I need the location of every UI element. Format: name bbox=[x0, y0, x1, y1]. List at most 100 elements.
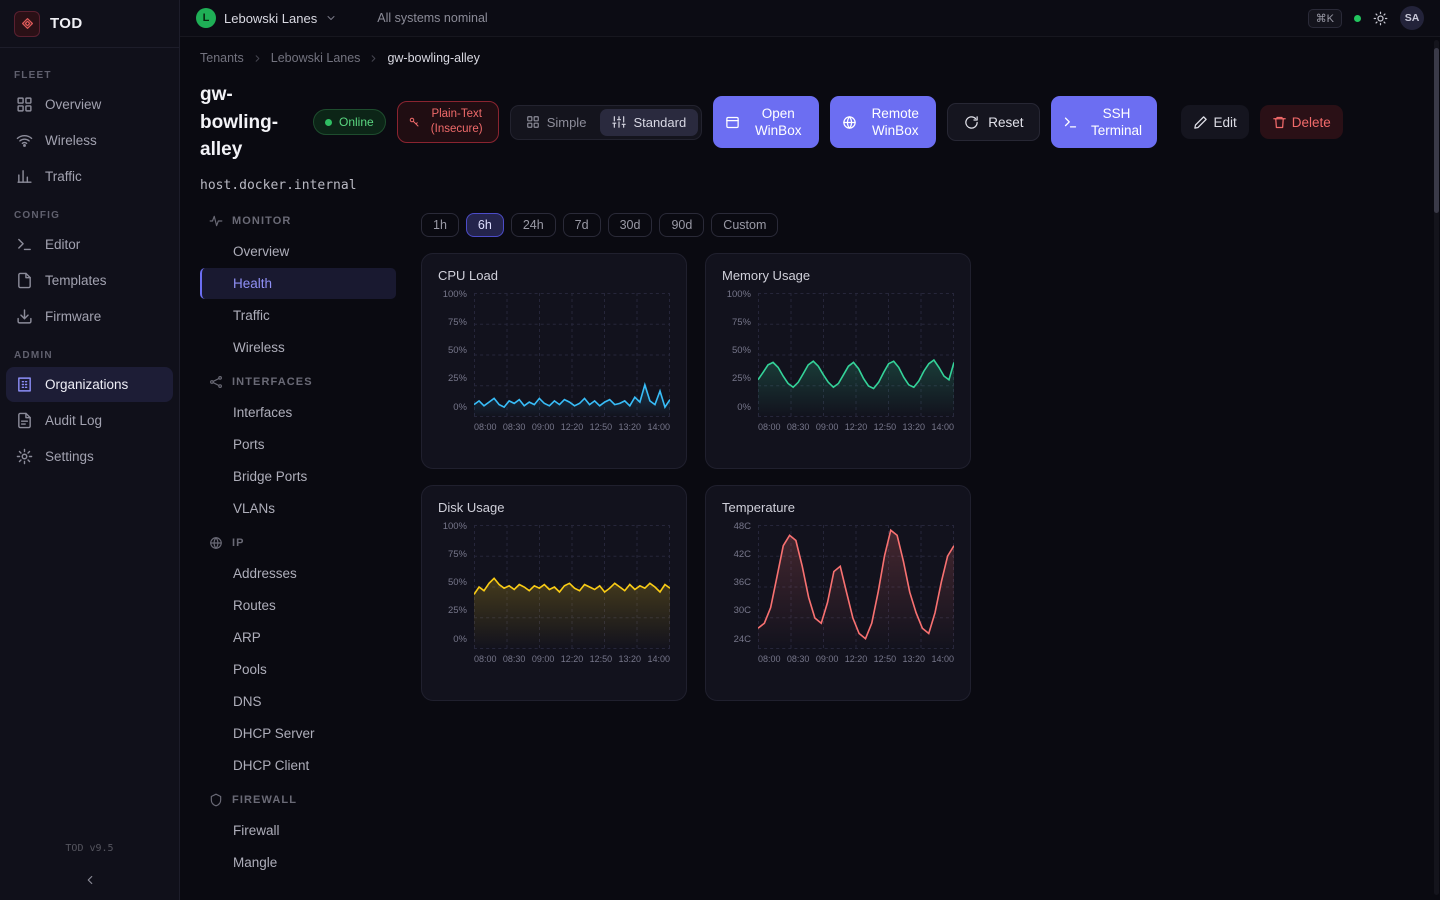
topbar: L Lebowski Lanes All systems nominal ⌘K … bbox=[180, 0, 1440, 37]
page-scrollbar[interactable] bbox=[1434, 40, 1439, 895]
time-range-7d[interactable]: 7d bbox=[563, 213, 601, 237]
collapse-sidebar-button[interactable] bbox=[0, 862, 179, 900]
subnav-item-routes[interactable]: Routes bbox=[200, 590, 396, 621]
chart-plot-svg bbox=[758, 293, 954, 417]
subnav-item-interfaces[interactable]: Interfaces bbox=[200, 397, 396, 428]
x-tick-label: 12:20 bbox=[845, 422, 868, 432]
y-tick-label: 50% bbox=[732, 345, 751, 356]
ssh-terminal-button[interactable]: SSH Terminal bbox=[1051, 96, 1157, 148]
subnav-item-mangle[interactable]: Mangle bbox=[200, 847, 396, 878]
globe-icon bbox=[842, 115, 857, 130]
x-tick-label: 14:00 bbox=[931, 422, 954, 432]
mode-standard-button[interactable]: Standard bbox=[600, 109, 698, 136]
reset-button[interactable]: Reset bbox=[947, 103, 1040, 141]
delete-button[interactable]: Delete bbox=[1260, 105, 1343, 139]
subnav-group-interfaces: INTERFACES bbox=[200, 364, 396, 396]
y-axis-labels: 100%75%50%25%0% bbox=[438, 521, 474, 645]
time-range-24h[interactable]: 24h bbox=[511, 213, 556, 237]
time-range-30d[interactable]: 30d bbox=[608, 213, 653, 237]
chart-title: CPU Load bbox=[438, 268, 670, 283]
remote-winbox-button[interactable]: Remote WinBox bbox=[830, 96, 936, 148]
x-tick-label: 08:30 bbox=[787, 654, 810, 664]
subnav-item-firewall[interactable]: Firewall bbox=[200, 815, 396, 846]
sidebar-item-traffic[interactable]: Traffic bbox=[6, 159, 173, 194]
sidebar-item-settings[interactable]: Settings bbox=[6, 439, 173, 474]
sidebar-item-organizations[interactable]: Organizations bbox=[6, 367, 173, 402]
status-badge: Online bbox=[313, 109, 386, 135]
device-hostname: host.docker.internal bbox=[200, 178, 1420, 193]
x-tick-label: 09:00 bbox=[816, 654, 839, 664]
sidebar-item-templates[interactable]: Templates bbox=[6, 263, 173, 298]
y-tick-label: 25% bbox=[448, 373, 467, 384]
time-range-custom[interactable]: Custom bbox=[711, 213, 778, 237]
chart-card-cpu-load: CPU Load100%75%50%25%0% 08:0008:3009:001… bbox=[421, 253, 687, 469]
breadcrumb-tenant-name[interactable]: Lebowski Lanes bbox=[271, 51, 361, 65]
subnav-item-pools[interactable]: Pools bbox=[200, 654, 396, 685]
subnav-item-dhcp-client[interactable]: DHCP Client bbox=[200, 750, 396, 781]
subnav-item-addresses[interactable]: Addresses bbox=[200, 558, 396, 589]
chart-title: Disk Usage bbox=[438, 500, 670, 515]
subnav-item-traffic[interactable]: Traffic bbox=[200, 300, 396, 331]
time-range-90d[interactable]: 90d bbox=[659, 213, 704, 237]
subnav-group-monitor: MONITOR bbox=[200, 203, 396, 235]
x-tick-label: 08:00 bbox=[758, 654, 781, 664]
grid-icon bbox=[16, 96, 33, 113]
x-tick-label: 12:50 bbox=[590, 654, 613, 664]
edit-label: Edit bbox=[1213, 115, 1236, 130]
subnav-item-dns[interactable]: DNS bbox=[200, 686, 396, 717]
app-logo-icon bbox=[14, 11, 40, 37]
command-palette-shortcut[interactable]: ⌘K bbox=[1308, 9, 1342, 28]
x-tick-label: 08:30 bbox=[503, 654, 526, 664]
sidebar-section-label-config: CONFIG bbox=[14, 210, 165, 221]
chevron-right-icon bbox=[252, 53, 263, 64]
open-winbox-label: Open WinBox bbox=[749, 105, 807, 140]
theme-toggle-sun-icon[interactable] bbox=[1373, 11, 1388, 26]
time-range-selector: 1h 6h 24h 7d 30d90d Custom bbox=[421, 213, 1420, 237]
sidebar-item-overview[interactable]: Overview bbox=[6, 87, 173, 122]
tenant-switcher[interactable]: L Lebowski Lanes bbox=[196, 8, 337, 28]
terminal-icon bbox=[1063, 115, 1078, 130]
y-tick-label: 36C bbox=[734, 577, 751, 588]
x-tick-label: 12:50 bbox=[874, 654, 897, 664]
y-tick-label: 42C bbox=[734, 549, 751, 560]
chart-plot-svg bbox=[474, 293, 670, 417]
subnav-item-overview[interactable]: Overview bbox=[200, 236, 396, 267]
file-icon bbox=[16, 272, 33, 289]
x-tick-label: 08:30 bbox=[503, 422, 526, 432]
subnav-item-bridge-ports[interactable]: Bridge Ports bbox=[200, 461, 396, 492]
subnav-item-dhcp-server[interactable]: DHCP Server bbox=[200, 718, 396, 749]
subnav-item-ports[interactable]: Ports bbox=[200, 429, 396, 460]
sidebar-section-label-admin: ADMIN bbox=[14, 350, 165, 361]
subnav-item-wireless[interactable]: Wireless bbox=[200, 332, 396, 363]
x-tick-label: 14:00 bbox=[647, 654, 670, 664]
chart-plot-area: 08:0008:3009:0012:2012:5013:2014:00 bbox=[758, 293, 954, 432]
y-tick-label: 0% bbox=[453, 634, 467, 645]
subnav-item-arp[interactable]: ARP bbox=[200, 622, 396, 653]
subnav-item-health[interactable]: Health bbox=[200, 268, 396, 299]
user-avatar[interactable]: SA bbox=[1400, 6, 1424, 30]
y-tick-label: 0% bbox=[453, 402, 467, 413]
security-badge-label: Plain-Text (Insecure) bbox=[426, 107, 488, 137]
y-axis-labels: 100%75%50%25%0% bbox=[722, 289, 758, 413]
time-range-1h[interactable]: 1h bbox=[421, 213, 459, 237]
y-tick-label: 30C bbox=[734, 605, 751, 616]
chevron-down-icon bbox=[325, 12, 337, 24]
y-tick-label: 25% bbox=[732, 373, 751, 384]
sidebar-item-wireless[interactable]: Wireless bbox=[6, 123, 173, 158]
sidebar-item-firmware[interactable]: Firmware bbox=[6, 299, 173, 334]
subnav-item-vlans[interactable]: VLANs bbox=[200, 493, 396, 524]
sidebar: TOD FLEETOverviewWirelessTrafficCONFIGEd… bbox=[0, 0, 180, 900]
x-tick-label: 12:20 bbox=[561, 654, 584, 664]
time-range-6h[interactable]: 6h bbox=[466, 213, 504, 237]
subnav-group-label-text: FIREWALL bbox=[232, 794, 297, 806]
scrollbar-thumb[interactable] bbox=[1434, 48, 1439, 213]
mode-simple-button[interactable]: Simple bbox=[514, 109, 599, 136]
breadcrumb-tenants[interactable]: Tenants bbox=[200, 51, 244, 65]
tenant-name: Lebowski Lanes bbox=[224, 11, 317, 26]
sidebar-item-editor[interactable]: Editor bbox=[6, 227, 173, 262]
open-winbox-button[interactable]: Open WinBox bbox=[713, 96, 819, 148]
edit-button[interactable]: Edit bbox=[1181, 105, 1248, 139]
sliders-icon bbox=[612, 115, 626, 129]
chart-body: 100%75%50%25%0% 08:0008:3009:0012:2012:5… bbox=[722, 293, 954, 432]
sidebar-item-audit-log[interactable]: Audit Log bbox=[6, 403, 173, 438]
